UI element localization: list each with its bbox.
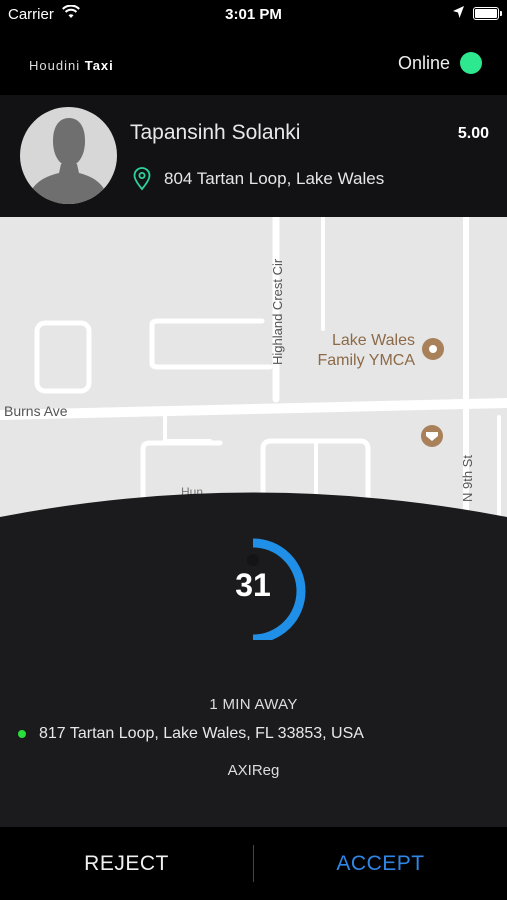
location-arrow-icon: [452, 5, 465, 23]
brand-name-light: Houdini: [29, 58, 81, 73]
map-street-label: Burns Ave: [4, 403, 68, 419]
dropoff-address: 817 Tartan Loop, Lake Wales, FL 33853, U…: [39, 725, 364, 742]
app-header: Houdini Taxi Online: [0, 30, 507, 95]
vehicle-label: AXIReg: [227, 762, 280, 779]
map-view[interactable]: Burns Ave Highland Crest Cir N 9th St La…: [0, 217, 507, 537]
eta-label: 1 MIN AWAY: [209, 696, 298, 713]
battery-icon: [473, 7, 502, 20]
rider-rating: 5.00: [457, 125, 489, 142]
online-status-dot: [460, 52, 482, 74]
rider-card: Tapansinh Solanki 5.00 804 Tartan Loop, …: [0, 95, 507, 217]
map-roads: [0, 217, 507, 537]
status-time: 3:01 PM: [225, 6, 282, 23]
status-bar: Carrier 3:01 PM: [0, 0, 507, 30]
map-poi-label: Lake Wales: [332, 332, 415, 349]
dropoff-dot-icon: [18, 730, 26, 738]
rider-name: Tapansinh Solanki: [130, 121, 301, 144]
avatar: [20, 107, 117, 204]
dropoff-location: 817 Tartan Loop, Lake Wales, FL 33853, U…: [18, 725, 364, 743]
map-street-label: Highland Crest Cir: [270, 258, 285, 365]
app-logo: Houdini Taxi: [29, 58, 114, 73]
countdown-value: 31: [235, 567, 271, 603]
map-poi-label: Family YMCA: [318, 352, 416, 369]
poi-marker-icon: [421, 425, 443, 447]
online-toggle[interactable]: Online: [398, 52, 482, 74]
map-pin-icon: [133, 167, 151, 191]
brand-name-bold: Taxi: [84, 58, 114, 73]
pickup-address: 804 Tartan Loop, Lake Wales: [164, 169, 385, 188]
poi-pin-icon: [422, 338, 444, 360]
user-silhouette-icon: [26, 118, 110, 204]
ride-request-sheet: 31 1 MIN AWAY 817 Tartan Loop, Lake Wale…: [0, 490, 507, 827]
action-bar: REJECT ACCEPT: [0, 827, 507, 900]
pickup-location: 804 Tartan Loop, Lake Wales: [132, 167, 384, 191]
accept-button[interactable]: ACCEPT: [254, 827, 507, 900]
reject-button[interactable]: REJECT: [0, 827, 253, 900]
online-status-label: Online: [397, 52, 450, 73]
